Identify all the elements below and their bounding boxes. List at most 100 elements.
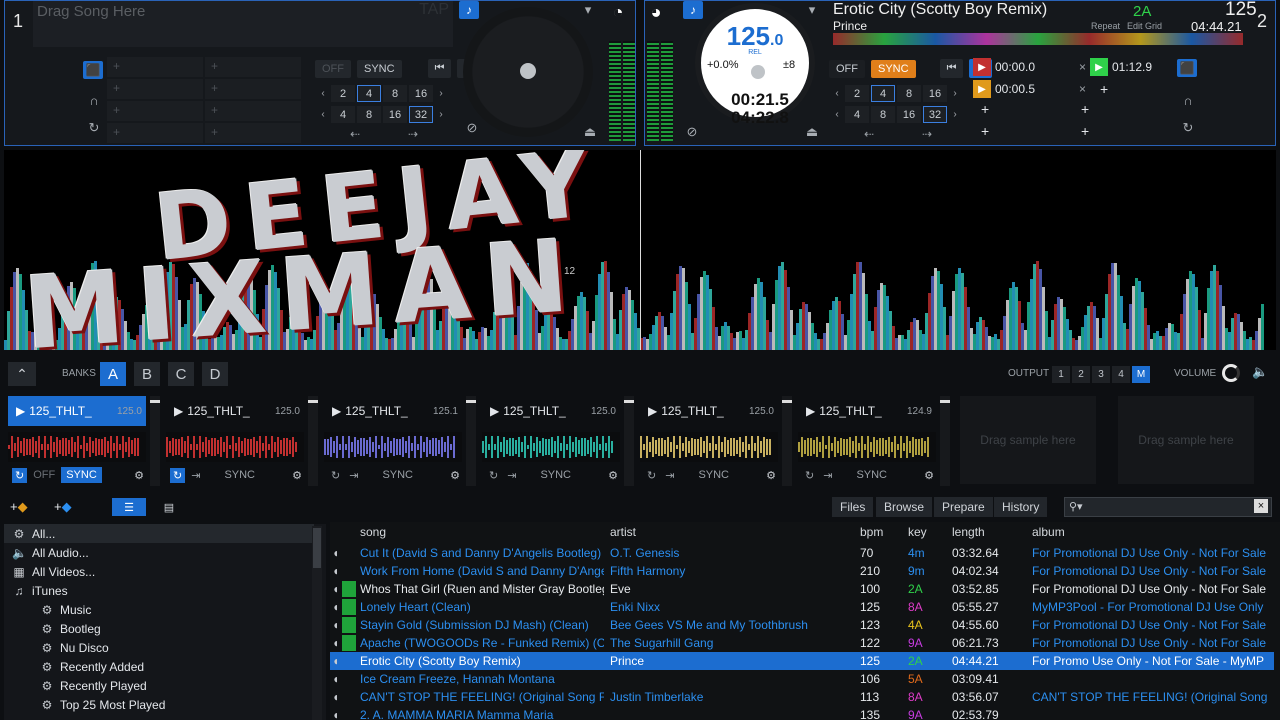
- loop-icon[interactable]: ↻: [802, 468, 817, 483]
- sample-waveform[interactable]: [8, 432, 146, 462]
- output-3-button[interactable]: 3: [1092, 366, 1110, 383]
- scroll-thumb[interactable]: [313, 528, 321, 568]
- sample-volume-fader[interactable]: [150, 396, 160, 486]
- table-row[interactable]: ◖ Ice Cream Freeze, Hannah Montana 106 5A 03…: [330, 670, 1274, 688]
- bank-a-button[interactable]: A: [100, 362, 126, 386]
- table-row[interactable]: ◖ Work From Home (David S and Danny D'Ang…: [330, 562, 1274, 580]
- sync-lock-icon[interactable]: ⊘: [681, 123, 703, 141]
- chevron-right-icon[interactable]: ›: [435, 109, 447, 120]
- sync-lock-icon[interactable]: ⊘: [461, 119, 483, 137]
- tree-item[interactable]: ⚙ Bootleg: [4, 619, 314, 638]
- tab-browse[interactable]: Browse: [876, 497, 933, 517]
- table-row[interactable]: ◖ Apache (TWOGOODs Re - Funked Remix) (Cl…: [330, 634, 1274, 652]
- hot-cue-3[interactable]: ▶ 00:00.5 × +: [973, 79, 1183, 99]
- sample-play-button[interactable]: ▶ 125_THLT_ 125.0: [482, 396, 620, 426]
- column-bpm[interactable]: bpm: [860, 522, 883, 542]
- gear-icon[interactable]: ⚙: [924, 469, 934, 482]
- eject-icon[interactable]: ⏏: [801, 123, 823, 141]
- tree-item[interactable]: ⚙ Music: [4, 600, 314, 619]
- output-2-button[interactable]: 2: [1072, 366, 1090, 383]
- add-smart-crate-icon[interactable]: +◆: [54, 499, 72, 515]
- cue-play-icon[interactable]: ▶: [973, 58, 991, 76]
- gear-icon[interactable]: ⚙: [766, 469, 776, 482]
- loop-size[interactable]: 4: [845, 106, 869, 123]
- table-row[interactable]: ◖ Stayin Gold (Submission DJ Mash) (Clean…: [330, 616, 1274, 634]
- table-row[interactable]: ◖ 2. A. MAMMA MARIA Mamma Maria 135 9A 02:53…: [330, 706, 1274, 720]
- loop-size[interactable]: 32: [923, 106, 947, 123]
- tree-item[interactable]: ⚙ All...: [4, 524, 314, 543]
- add-cue-icon[interactable]: +: [1081, 101, 1089, 117]
- tab-history[interactable]: History: [994, 497, 1048, 517]
- loop-size[interactable]: 16: [383, 106, 407, 123]
- refresh-icon[interactable]: ↻: [1177, 119, 1199, 137]
- trigger-mode-icon[interactable]: ⇥: [191, 469, 200, 482]
- sample-volume-fader[interactable]: [940, 396, 950, 486]
- column-key[interactable]: key: [908, 522, 927, 542]
- chevron-left-icon[interactable]: ‹: [317, 88, 329, 99]
- hot-cue-empty[interactable]: +: [205, 123, 301, 143]
- add-cue-icon[interactable]: +: [981, 123, 989, 139]
- table-row[interactable]: ◖ Lonely Heart (Clean) Enki Nixx 125 8A 05:55…: [330, 598, 1274, 616]
- loop-size[interactable]: 32: [409, 106, 433, 123]
- tap-button[interactable]: TAP: [419, 1, 449, 19]
- cue-play-icon[interactable]: ▶: [973, 80, 991, 98]
- hot-cue-empty[interactable]: +: [107, 101, 203, 121]
- chevron-left-icon[interactable]: ‹: [831, 109, 843, 120]
- sample-waveform[interactable]: [640, 432, 778, 462]
- move-left-icon[interactable]: ⇠: [841, 127, 897, 141]
- tree-item[interactable]: ♫ iTunes: [4, 581, 314, 600]
- sample-waveform[interactable]: [324, 432, 462, 462]
- loop-icon[interactable]: ↻: [644, 468, 659, 483]
- loop-size[interactable]: 16: [897, 106, 921, 123]
- loop-size[interactable]: 4: [357, 85, 381, 102]
- gear-icon[interactable]: ⚙: [450, 469, 460, 482]
- keylock-off-button[interactable]: OFF: [829, 59, 865, 78]
- hot-cue-empty[interactable]: +: [205, 101, 301, 121]
- hot-cue-empty[interactable]: +: [205, 57, 301, 77]
- hot-cue-empty[interactable]: +: [107, 79, 203, 99]
- sample-sync-button[interactable]: SYNC: [224, 469, 255, 481]
- note-icon[interactable]: ♪: [459, 1, 479, 19]
- headphones-icon[interactable]: ∩: [83, 91, 105, 109]
- trigger-mode-icon[interactable]: ⇥: [507, 469, 516, 482]
- sample-sync-button[interactable]: SYNC: [856, 469, 887, 481]
- add-crate-icon[interactable]: +◆: [10, 499, 28, 515]
- chevron-right-icon[interactable]: ›: [435, 88, 447, 99]
- loop-size[interactable]: 4: [871, 85, 895, 102]
- output-master-button[interactable]: M: [1132, 366, 1150, 383]
- drag-song-area[interactable]: Drag Song Here: [33, 1, 453, 47]
- bank-d-button[interactable]: D: [202, 362, 228, 386]
- loop-size[interactable]: 16: [923, 85, 947, 102]
- hot-cue-empty[interactable]: +: [205, 79, 301, 99]
- collapse-icon[interactable]: ⌃: [8, 362, 36, 386]
- sample-waveform[interactable]: [798, 432, 936, 462]
- move-right-icon[interactable]: ⇢: [899, 127, 955, 141]
- sample-volume-fader[interactable]: [308, 396, 318, 486]
- tab-prepare[interactable]: Prepare: [934, 497, 993, 517]
- tab-files[interactable]: Files: [832, 497, 874, 517]
- bank-c-button[interactable]: C: [168, 362, 194, 386]
- track-overview-waveform[interactable]: [833, 33, 1243, 45]
- cue-button[interactable]: ⏮: [427, 59, 452, 78]
- loop-icon[interactable]: ↻: [170, 467, 186, 483]
- chevron-right-icon[interactable]: ›: [949, 109, 961, 120]
- loop-size[interactable]: 8: [897, 85, 921, 102]
- keylock-off-button[interactable]: OFF: [315, 59, 351, 78]
- add-cue-icon[interactable]: +: [1081, 123, 1089, 139]
- mute-icon[interactable]: 🔈: [1252, 364, 1268, 380]
- sync-button[interactable]: SYNC: [871, 59, 916, 78]
- shield-icon[interactable]: ⬛: [83, 61, 103, 79]
- loop-icon[interactable]: ↻: [328, 468, 343, 483]
- sample-sync-button[interactable]: SYNC: [540, 469, 571, 481]
- loop-size[interactable]: 8: [357, 106, 381, 123]
- trigger-mode-icon[interactable]: ⇥: [665, 469, 674, 482]
- repeat-button[interactable]: Repeat: [1091, 21, 1120, 31]
- sample-play-button[interactable]: ▶ 125_THLT_ 125.0: [640, 396, 778, 426]
- close-icon[interactable]: ×: [1079, 60, 1086, 74]
- loop-size[interactable]: 2: [331, 85, 355, 102]
- add-cue-icon[interactable]: +: [1100, 81, 1108, 97]
- table-row[interactable]: ◖ Whos That Girl (Ruen and Mister Gray Bo…: [330, 580, 1274, 598]
- sample-volume-fader[interactable]: [624, 396, 634, 486]
- add-cue-icon[interactable]: +: [981, 101, 989, 117]
- refresh-icon[interactable]: ↻: [83, 119, 105, 137]
